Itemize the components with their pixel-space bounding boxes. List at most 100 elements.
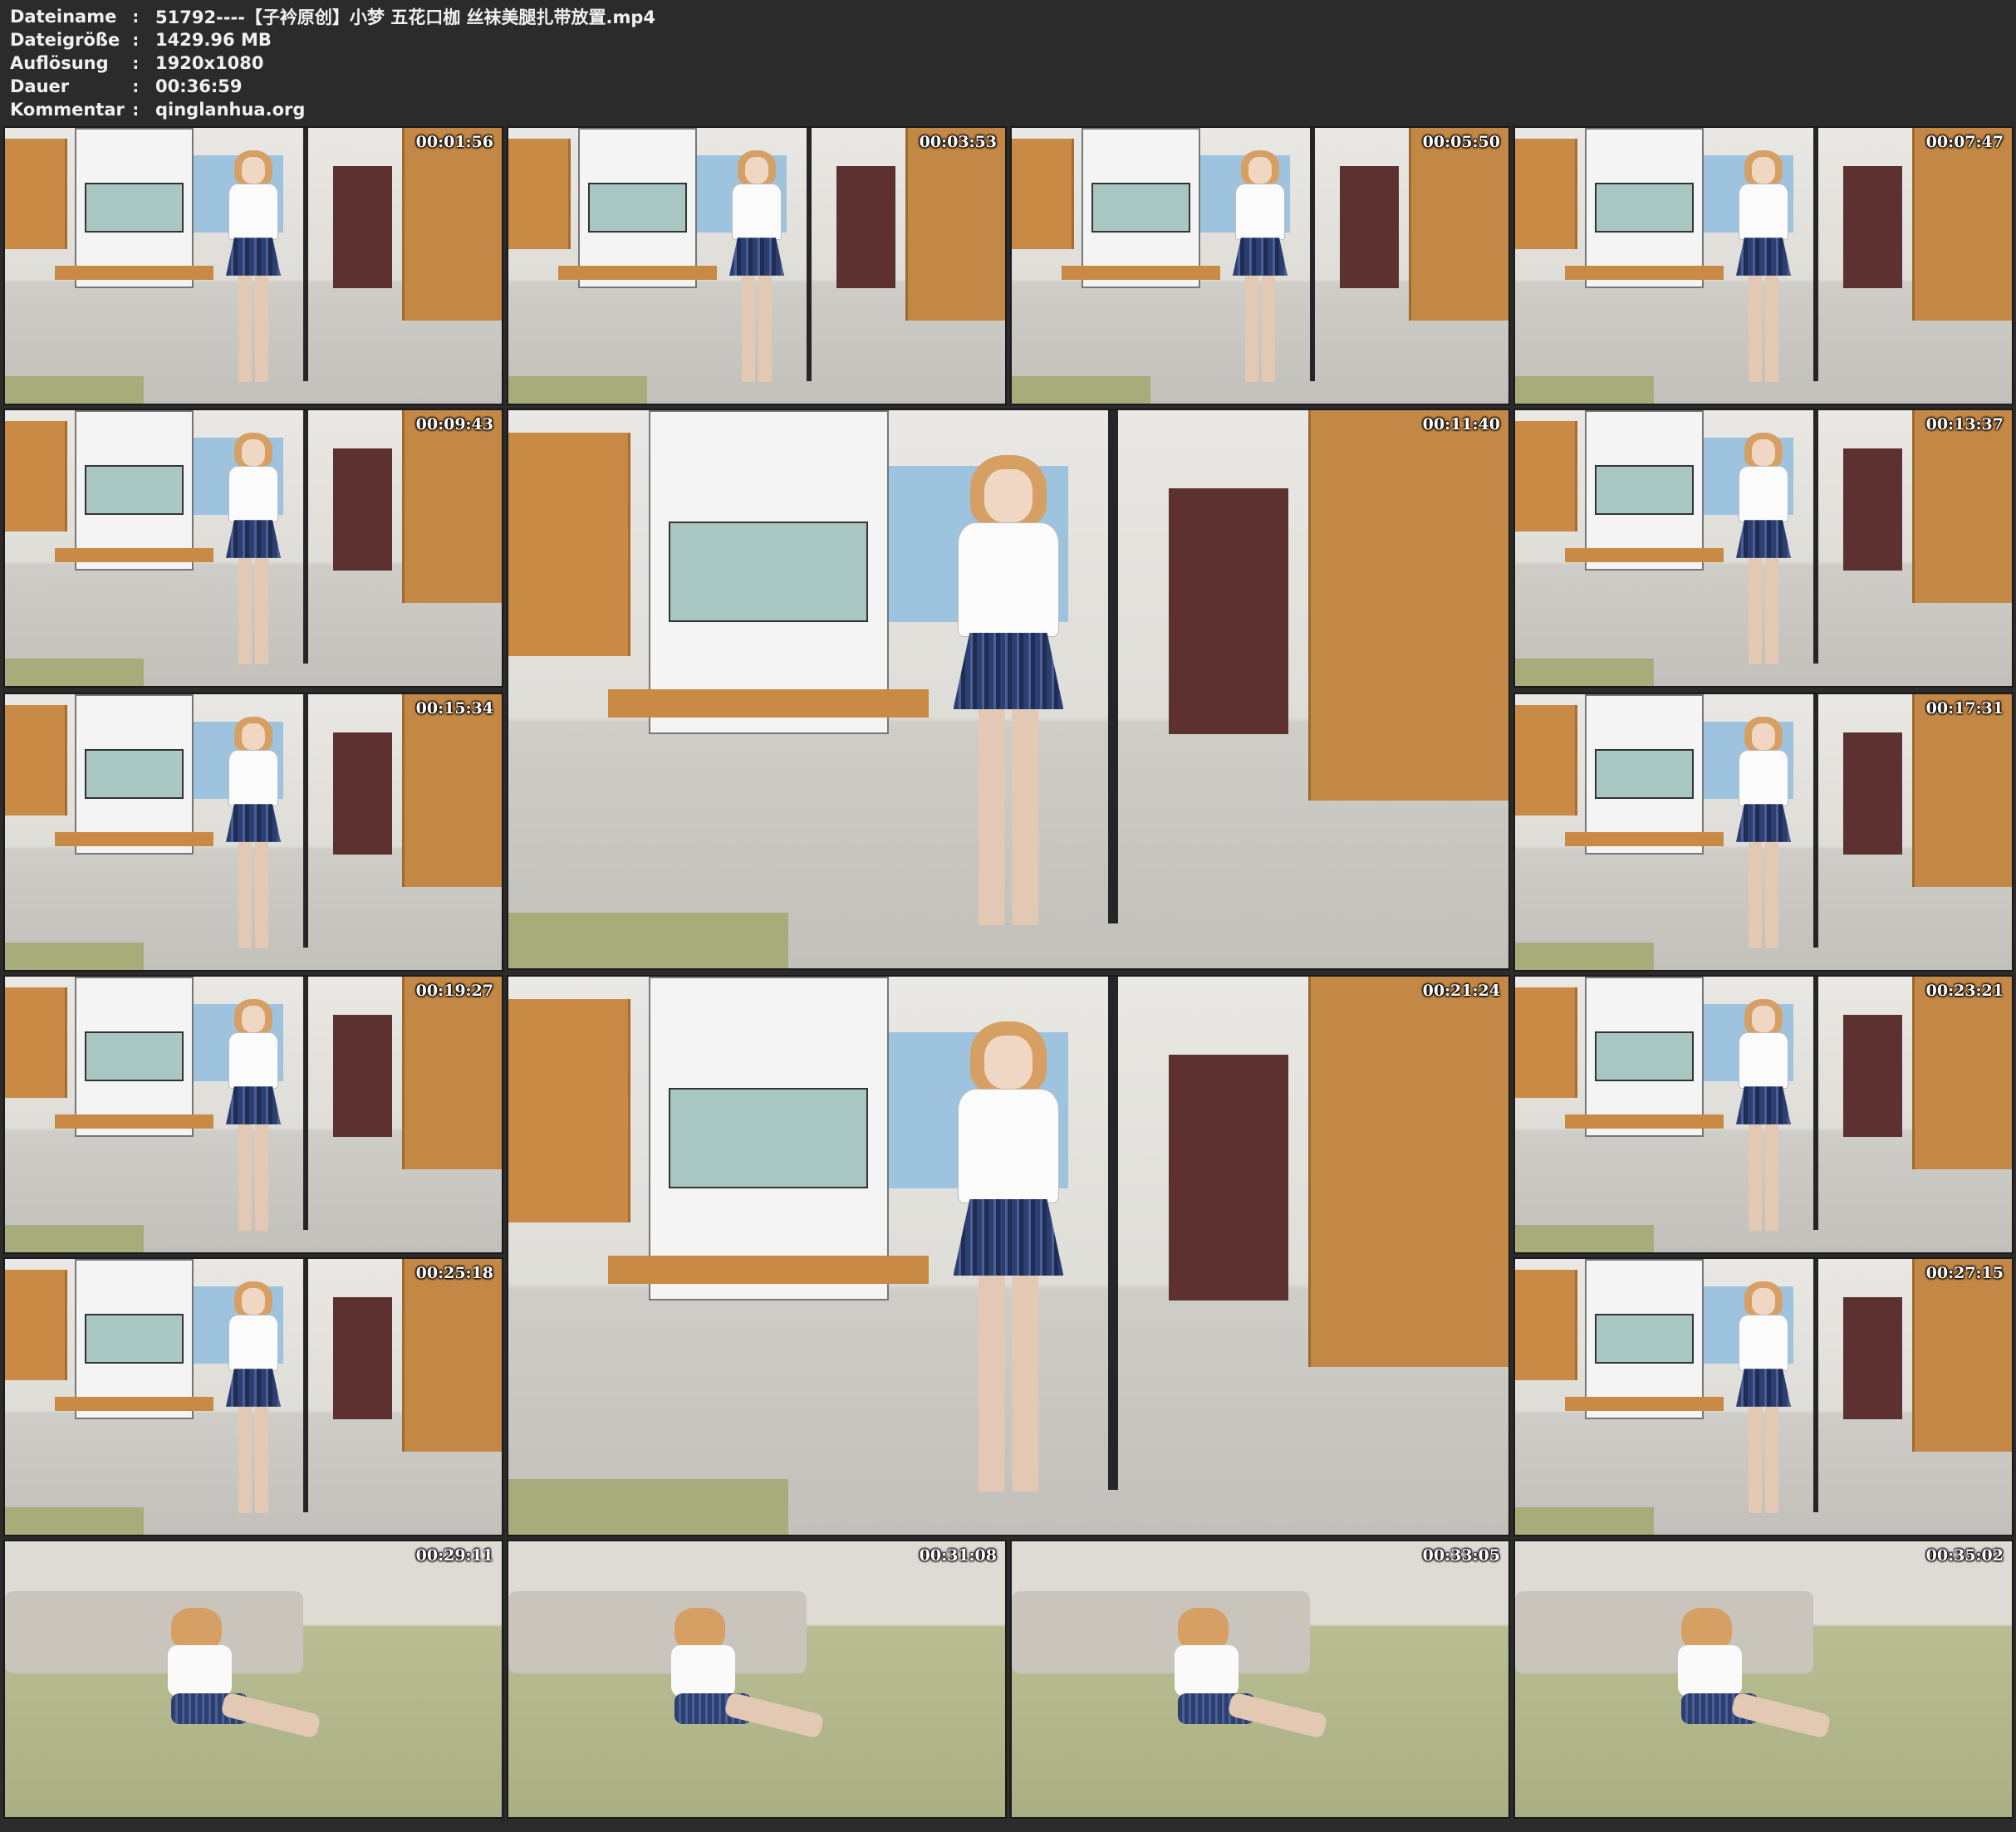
legs xyxy=(238,275,268,383)
face xyxy=(744,157,769,184)
red-door xyxy=(836,166,896,288)
video-thumbnail: 00:17:31 xyxy=(1513,693,2014,972)
wooden-table xyxy=(1564,1397,1724,1411)
wooden-table xyxy=(1061,266,1221,280)
file-info-header: Dateiname : 51792----【子衿原创】小梦 五花口枷 丝袜美腿扎… xyxy=(10,5,1173,121)
red-door xyxy=(1842,1015,1903,1137)
shirt xyxy=(1738,1314,1789,1372)
face xyxy=(241,157,266,184)
plaid-skirt xyxy=(225,1369,281,1407)
thumbnail-timestamp: 00:17:31 xyxy=(1925,699,2004,718)
wooden-shelf xyxy=(1515,987,1577,1099)
face xyxy=(1751,1288,1776,1315)
shirt xyxy=(1174,1644,1239,1697)
video-thumbnail: 00:13:37 xyxy=(1513,409,2014,688)
shirt xyxy=(1738,1031,1789,1090)
meta-row-filesize: Dateigröße : 1429.96 MB xyxy=(10,28,1173,51)
wooden-shelf xyxy=(1515,421,1577,532)
shirt xyxy=(228,183,279,241)
metal-pole xyxy=(1309,128,1315,382)
legs xyxy=(1749,1124,1778,1232)
metal-pole xyxy=(806,128,812,382)
thumbnail-timestamp: 00:07:47 xyxy=(1925,133,2004,151)
thumbnail-timestamp: 00:21:24 xyxy=(1422,982,1500,1000)
thumbnail-timestamp: 00:23:21 xyxy=(1925,982,2004,1000)
floor-mat xyxy=(5,1506,145,1535)
plaid-skirt xyxy=(225,1086,281,1124)
shirt xyxy=(1738,465,1789,523)
standing-person xyxy=(949,454,1068,935)
meta-row-resolution: Auflösung : 1920x1080 xyxy=(10,51,1173,75)
standing-person xyxy=(1230,149,1290,388)
standing-person xyxy=(1734,149,1793,388)
video-thumbnail: 00:19:27 xyxy=(3,975,503,1254)
video-thumbnail: 00:15:34 xyxy=(3,693,503,972)
wooden-wardrobe xyxy=(1308,410,1508,801)
legs xyxy=(978,1276,1039,1492)
floor-mat xyxy=(5,942,145,970)
meta-row-comment: Kommentar : qinglanhua.org xyxy=(10,98,1173,121)
standing-person xyxy=(223,716,283,954)
plaid-skirt xyxy=(1735,238,1791,276)
meta-value: 1920x1080 xyxy=(155,53,264,73)
floor-mat xyxy=(1515,658,1655,686)
floor-mat xyxy=(508,912,789,968)
wooden-table xyxy=(54,1114,214,1129)
thumbnail-timestamp: 00:35:02 xyxy=(1925,1546,2004,1565)
meta-row-duration: Dauer : 00:36:59 xyxy=(10,75,1173,98)
wooden-wardrobe xyxy=(1912,128,2012,321)
legs xyxy=(742,275,772,383)
shirt xyxy=(228,465,279,523)
wooden-wardrobe xyxy=(1308,977,1508,1368)
metal-pole xyxy=(302,1259,308,1513)
wooden-shelf xyxy=(5,987,67,1099)
floor-mat xyxy=(1515,1506,1655,1535)
legs xyxy=(1749,1406,1778,1514)
floor-mat xyxy=(5,375,145,404)
wooden-wardrobe xyxy=(1912,1259,2012,1452)
video-thumbnail: 00:35:02 xyxy=(1513,1540,2014,1819)
metal-pole xyxy=(1812,1259,1818,1513)
wooden-table xyxy=(1564,832,1724,846)
thumbnail-timestamp: 00:19:27 xyxy=(415,982,493,1000)
metal-pole xyxy=(1812,128,1818,382)
face xyxy=(241,439,266,466)
red-door xyxy=(1842,1297,1903,1419)
metal-pole xyxy=(1108,977,1119,1491)
metal-pole xyxy=(1812,977,1818,1231)
wooden-wardrobe xyxy=(402,1259,502,1452)
floor-mat xyxy=(508,1478,789,1535)
metal-pole xyxy=(1812,410,1818,664)
video-thumbnail: 00:09:43 xyxy=(3,409,503,688)
legs xyxy=(238,1124,268,1232)
face xyxy=(984,469,1033,522)
standing-person xyxy=(223,1281,283,1519)
wooden-wardrobe xyxy=(1409,128,1508,321)
fish-tank xyxy=(84,183,184,233)
wooden-table xyxy=(54,548,214,562)
meta-key: Dateigröße xyxy=(10,30,120,50)
fish-tank xyxy=(84,1314,184,1364)
wooden-shelf xyxy=(508,998,631,1222)
meta-key: Kommentar xyxy=(10,100,125,120)
meta-value: 1429.96 MB xyxy=(155,30,272,50)
meta-separator: : xyxy=(130,7,141,27)
wooden-table xyxy=(54,832,214,846)
legs xyxy=(1729,1692,1832,1739)
plaid-skirt xyxy=(1735,1086,1791,1124)
red-door xyxy=(332,1297,393,1419)
face xyxy=(241,723,266,750)
video-thumbnail: 00:33:05 xyxy=(1010,1540,1510,1819)
meta-key: Dateiname xyxy=(10,7,117,27)
shirt xyxy=(228,749,279,807)
wooden-shelf xyxy=(1515,705,1577,816)
metal-pole xyxy=(1812,694,1818,948)
standing-person xyxy=(1734,432,1793,670)
floor-mat xyxy=(1515,375,1655,404)
shirt xyxy=(1677,1644,1742,1697)
metal-pole xyxy=(302,694,308,948)
legs xyxy=(1245,275,1275,383)
fish-tank xyxy=(1594,465,1695,516)
wooden-table xyxy=(1564,266,1724,280)
floor-mat xyxy=(1515,1224,1655,1252)
